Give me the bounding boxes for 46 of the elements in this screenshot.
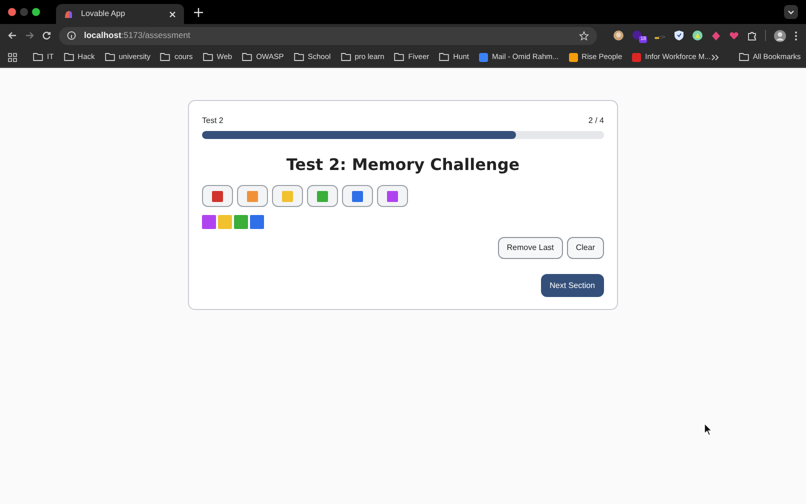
extension-icon[interactable] bbox=[613, 30, 624, 41]
color-button[interactable] bbox=[237, 185, 268, 207]
color-button[interactable] bbox=[307, 185, 338, 207]
tab-menu-icon[interactable] bbox=[784, 5, 798, 19]
action-button[interactable]: Remove Last bbox=[498, 237, 563, 259]
folder-icon bbox=[340, 52, 351, 62]
color-button[interactable] bbox=[272, 185, 303, 207]
extension-icon[interactable] bbox=[692, 30, 703, 41]
tab-title: Lovable App bbox=[81, 8, 126, 20]
shield-icon[interactable] bbox=[674, 30, 684, 41]
challenge-title: Test 2: Memory Challenge bbox=[285, 154, 521, 176]
folder-icon bbox=[439, 52, 450, 62]
info-icon bbox=[67, 31, 76, 40]
avatar-icon[interactable] bbox=[774, 30, 786, 42]
chevron-icon[interactable] bbox=[710, 54, 719, 60]
puzzle-icon[interactable] bbox=[747, 30, 757, 40]
folder-icon bbox=[104, 52, 115, 62]
color-button[interactable] bbox=[377, 185, 408, 207]
folder-icon bbox=[242, 52, 252, 62]
folder-icon bbox=[160, 52, 170, 62]
back-icon[interactable] bbox=[8, 31, 17, 40]
folder-icon bbox=[64, 52, 74, 62]
folder-icon bbox=[394, 52, 404, 62]
progress-count: 2 / 4 bbox=[588, 115, 604, 127]
folder-icon bbox=[202, 52, 213, 62]
color-button[interactable] bbox=[342, 185, 373, 207]
folder-icon bbox=[294, 52, 304, 62]
star-icon[interactable] bbox=[579, 30, 589, 40]
more-icon[interactable] bbox=[794, 30, 798, 40]
address-bar[interactable]: localhost:5173/assessment bbox=[59, 26, 597, 44]
forward-icon[interactable] bbox=[25, 31, 34, 40]
browser-tab[interactable]: Lovable App bbox=[56, 4, 184, 24]
reload-icon[interactable] bbox=[42, 31, 51, 40]
new-tab-icon[interactable] bbox=[194, 8, 203, 16]
apps-icon[interactable] bbox=[8, 52, 17, 62]
url-text: localhost:5173/assessment bbox=[84, 29, 192, 42]
action-button[interactable]: Clear bbox=[566, 237, 604, 259]
heart-icon[interactable] bbox=[729, 31, 739, 40]
cursor-icon bbox=[704, 423, 713, 436]
folder-icon bbox=[738, 52, 749, 62]
next-section-button[interactable]: Next Section bbox=[540, 274, 604, 297]
folder-icon bbox=[33, 52, 43, 62]
section-label: Test 2 bbox=[202, 115, 224, 127]
color-button[interactable] bbox=[202, 185, 233, 207]
close-icon[interactable] bbox=[169, 10, 176, 18]
favicon-icon bbox=[64, 10, 73, 18]
